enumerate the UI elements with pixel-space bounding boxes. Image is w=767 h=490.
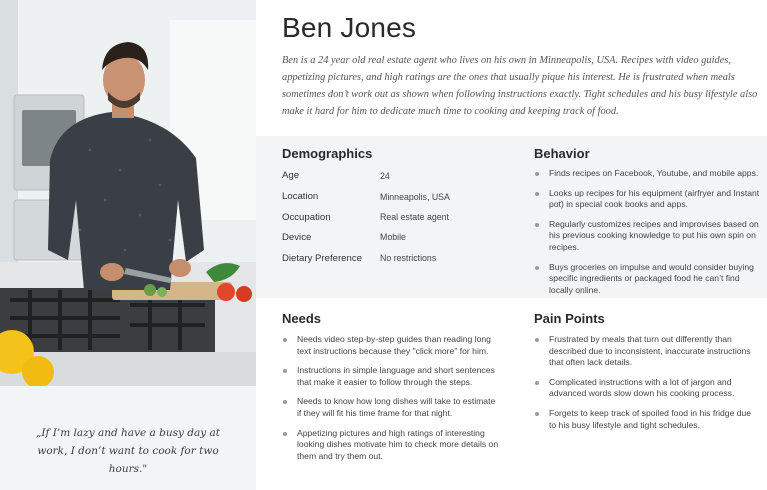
demographic-value-location: Minneapolis, USA [380, 192, 450, 202]
list-item: Frustrated by meals that turn out differ… [534, 334, 756, 369]
persona-name: Ben Jones [282, 12, 417, 43]
bullet-icon [535, 222, 539, 227]
list-item: Forgets to keep track of spoiled food in… [534, 408, 756, 431]
demographic-label: Dietary Preference [282, 253, 362, 264]
pain-points-title: Pain Points [534, 311, 605, 326]
persona-bio: Ben is a 24 year old real estate agent w… [282, 55, 758, 117]
list-item: Looks up recipes for his equipment (airf… [534, 188, 760, 211]
list-item: Finds recipes on Facebook, Youtube, and … [534, 168, 760, 180]
bullet-icon [283, 338, 287, 342]
demographic-value-device: Mobile [380, 232, 406, 242]
bullet-icon [535, 172, 539, 176]
list-item: Needs to know how long dishes will take … [282, 396, 500, 419]
persona-quote: „If I’m lazy and have a busy day at work… [35, 427, 221, 475]
demographic-row-location: Location [282, 191, 318, 202]
demographic-value-dietary: No restrictions [380, 253, 437, 263]
needs-list: Needs video step-by-step guides than rea… [282, 334, 500, 462]
list-item: Appetizing pictures and high ratings of … [282, 428, 500, 463]
bullet-icon [283, 369, 287, 374]
list-item: Complicated instructions with a lot of j… [534, 377, 756, 400]
demographic-row-age: Age [282, 170, 299, 181]
persona-photo [0, 0, 256, 386]
demographic-row-dietary: Dietary Preference [282, 253, 362, 264]
list-item: Needs video step-by-step guides than rea… [282, 334, 500, 357]
behavior-title: Behavior [534, 146, 590, 161]
bullet-icon [283, 400, 287, 405]
bullet-icon [283, 431, 287, 436]
bullet-icon [535, 191, 539, 196]
list-item: Buys groceries on impulse and would cons… [534, 262, 760, 297]
demographics-title: Demographics [282, 146, 373, 161]
behavior-list: Finds recipes on Facebook, Youtube, and … [534, 168, 760, 296]
list-item: Regularly customizes recipes and improvi… [534, 219, 760, 254]
demographic-label: Age [282, 170, 300, 181]
bullet-icon [535, 411, 539, 416]
bullet-icon [535, 265, 539, 270]
demographic-label: Location [282, 191, 319, 202]
demographic-row-device: Device [282, 232, 311, 243]
kitchen-photo-illustration [0, 0, 256, 386]
demographic-label: Device [282, 232, 312, 243]
pain-points-list: Frustrated by meals that turn out differ… [534, 334, 756, 431]
bullet-icon [535, 380, 539, 385]
bullet-icon [535, 338, 539, 342]
list-item: Instructions in simple language and shor… [282, 365, 500, 388]
demographic-value-occupation: Real estate agent [380, 212, 449, 222]
demographic-value-age: 24 [380, 171, 390, 181]
needs-title: Needs [282, 311, 322, 326]
demographic-label: Occupation [282, 212, 331, 223]
demographic-row-occupation: Occupation [282, 212, 331, 223]
